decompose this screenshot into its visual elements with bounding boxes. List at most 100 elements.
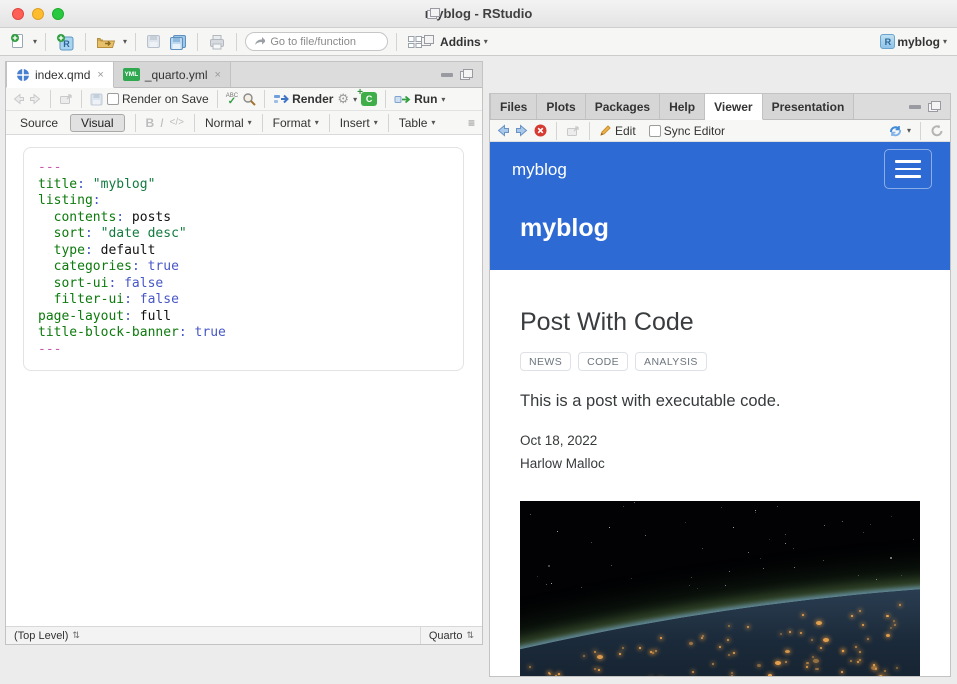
city-light	[841, 671, 843, 673]
viewer-webpage[interactable]: myblog myblog Post With Code NEWS CODE A…	[490, 142, 950, 676]
city-light	[850, 660, 852, 662]
star	[631, 578, 632, 579]
popout-source-button[interactable]	[59, 93, 73, 105]
filetype-updown-icon: ⇅	[466, 630, 474, 641]
maximize-pane-icon[interactable]	[928, 101, 941, 112]
save-button[interactable]	[144, 32, 163, 51]
goto-file-input[interactable]	[270, 36, 379, 48]
category-badge[interactable]: ANALYSIS	[635, 352, 707, 371]
star	[769, 539, 770, 540]
open-file-button[interactable]	[94, 32, 118, 52]
city-light	[862, 624, 864, 626]
code-line: categories: true	[38, 259, 449, 276]
publish-button[interactable]: ▾	[888, 124, 911, 137]
nav-back-button[interactable]	[12, 93, 25, 105]
print-button[interactable]	[206, 32, 228, 52]
toolbar-separator	[396, 33, 397, 51]
code-format-button[interactable]: </>	[170, 117, 184, 128]
editor-tabstrip: index.qmd × YML _quarto.yml ×	[6, 62, 482, 88]
city-light	[594, 668, 596, 670]
checkbox-icon[interactable]	[649, 125, 661, 137]
new-file-button[interactable]	[8, 31, 28, 52]
dropdown-caret-icon: ▾	[315, 118, 319, 127]
svg-text:R: R	[63, 39, 70, 49]
star	[913, 539, 914, 540]
insert-chunk-button[interactable]: C	[361, 92, 377, 106]
bold-button[interactable]: B	[146, 116, 155, 130]
star	[634, 502, 635, 503]
star	[697, 588, 698, 589]
checkbox-icon[interactable]	[107, 93, 119, 105]
category-badge[interactable]: NEWS	[520, 352, 571, 371]
city-light	[806, 666, 808, 668]
goto-file-search[interactable]	[245, 32, 388, 51]
visual-mode-button[interactable]: Visual	[70, 114, 124, 132]
save-all-button[interactable]	[167, 32, 189, 52]
source-mode-button[interactable]: Source	[14, 115, 64, 131]
sync-editor-checkbox[interactable]: Sync Editor	[649, 124, 725, 138]
post-author: Harlow Malloc	[520, 456, 920, 471]
new-project-button[interactable]: R	[54, 31, 77, 53]
code-line: page-layout: full	[38, 309, 449, 326]
project-menu-button[interactable]: R myblog ▾	[878, 32, 949, 51]
addins-button[interactable]: Addins ▾	[438, 33, 490, 51]
filetype-selector[interactable]: Quarto ⇅	[420, 627, 482, 644]
city-light	[855, 646, 857, 648]
nav-forward-button[interactable]	[29, 93, 42, 105]
editor-statusbar: (Top Level) ⇅ Quarto ⇅	[6, 626, 482, 644]
minimize-pane-icon[interactable]	[909, 105, 921, 109]
insert-menu[interactable]: Insert ▾	[340, 116, 378, 130]
city-light	[890, 627, 892, 629]
tab-quarto-yml[interactable]: YML _quarto.yml ×	[114, 62, 231, 87]
star	[591, 542, 592, 543]
tab-close-icon[interactable]: ×	[215, 69, 221, 81]
star	[891, 516, 892, 517]
new-file-dropdown[interactable]: ▾	[33, 37, 37, 46]
navbar-brand-link[interactable]: myblog	[512, 160, 567, 180]
paragraph-style-dropdown[interactable]: Normal ▾	[205, 116, 252, 130]
tab-help[interactable]: Help	[660, 94, 705, 119]
viewer-stop-button[interactable]	[534, 124, 547, 137]
run-button[interactable]: Run ▾	[394, 92, 445, 106]
tab-plots[interactable]: Plots	[537, 94, 585, 119]
city-light	[549, 673, 551, 675]
star	[721, 507, 722, 508]
tab-presentation[interactable]: Presentation	[763, 94, 855, 119]
yaml-metadata-block[interactable]: ---title: "myblog"listing: contents: pos…	[23, 147, 464, 371]
render-options-button[interactable]: ⚙ ▾	[337, 91, 357, 107]
city-light	[689, 642, 693, 645]
spellcheck-button[interactable]: ABC ✓	[226, 93, 238, 105]
star	[760, 558, 761, 559]
save-source-button[interactable]	[90, 93, 103, 106]
tab-files[interactable]: Files	[490, 94, 537, 119]
tab-packages[interactable]: Packages	[586, 94, 660, 119]
visual-editor-canvas[interactable]: ---title: "myblog"listing: contents: pos…	[6, 135, 482, 626]
open-recent-dropdown[interactable]: ▾	[123, 37, 127, 46]
tab-index-qmd[interactable]: index.qmd ×	[6, 62, 114, 88]
find-replace-button[interactable]	[242, 92, 256, 106]
viewer-edit-button[interactable]: Edit	[599, 124, 636, 138]
viewer-refresh-button[interactable]	[930, 124, 944, 137]
scope-selector[interactable]: (Top Level) ⇅	[6, 630, 420, 642]
tab-close-icon[interactable]: ×	[97, 69, 103, 81]
star	[581, 587, 582, 588]
category-badge[interactable]: CODE	[578, 352, 628, 371]
tab-viewer[interactable]: Viewer	[705, 94, 762, 120]
viewer-back-button[interactable]	[496, 124, 510, 137]
restore-pane-icon[interactable]	[421, 35, 434, 46]
restore-pane-icon[interactable]	[427, 8, 440, 19]
viewer-forward-button[interactable]	[515, 124, 529, 137]
table-menu[interactable]: Table ▾	[399, 116, 436, 130]
minimize-pane-icon[interactable]	[441, 73, 453, 77]
viewer-popout-button[interactable]	[566, 125, 580, 137]
render-button[interactable]: Render	[273, 92, 333, 106]
format-menu[interactable]: Format ▾	[273, 116, 319, 130]
post-description: This is a post with executable code.	[520, 392, 920, 411]
run-icon	[394, 94, 411, 105]
outline-toggle-icon[interactable]: ≡	[468, 116, 474, 130]
navbar-toggle-button[interactable]	[884, 149, 932, 189]
stop-icon	[534, 124, 547, 137]
render-on-save-checkbox[interactable]: Render on Save	[107, 92, 209, 106]
maximize-pane-icon[interactable]	[460, 69, 473, 80]
italic-button[interactable]: I	[160, 116, 163, 130]
